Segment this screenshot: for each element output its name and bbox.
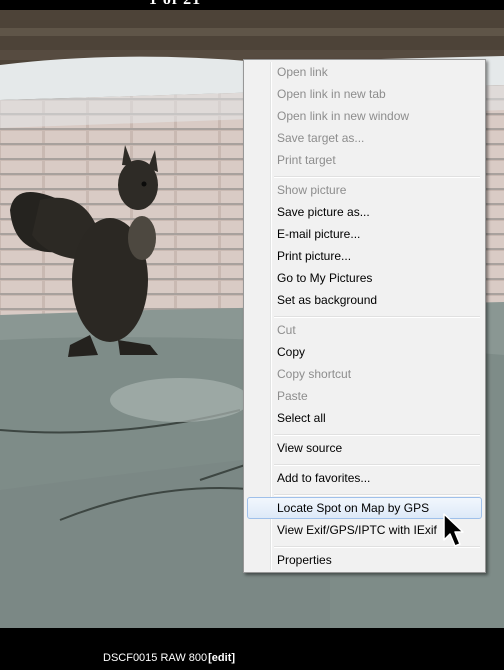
menu-separator xyxy=(274,316,480,318)
menu-item-open-link-new-window[interactable]: Open link in new window xyxy=(247,105,482,127)
caption-edit-link[interactable]: [edit] xyxy=(208,652,235,664)
menu-separator xyxy=(274,494,480,496)
caption-filename: DSCF0015 RAW 800 xyxy=(103,652,208,664)
context-menu: Open link Open link in new tab Open link… xyxy=(243,59,486,573)
mouse-pointer-arrow-icon xyxy=(443,513,464,547)
menu-item-set-as-background[interactable]: Set as background xyxy=(247,289,482,311)
menu-separator xyxy=(274,464,480,466)
menu-item-cut[interactable]: Cut xyxy=(247,319,482,341)
image-caption: DSCF0015 RAW 800[edit] xyxy=(103,652,235,664)
menu-item-save-picture-as[interactable]: Save picture as... xyxy=(247,201,482,223)
menu-item-go-to-my-pictures[interactable]: Go to My Pictures xyxy=(247,267,482,289)
menu-item-add-to-favorites[interactable]: Add to favorites... xyxy=(247,467,482,489)
menu-item-view-source[interactable]: View source xyxy=(247,437,482,459)
menu-item-save-target-as[interactable]: Save target as... xyxy=(247,127,482,149)
menu-item-show-picture[interactable]: Show picture xyxy=(247,179,482,201)
menu-item-email-picture[interactable]: E-mail picture... xyxy=(247,223,482,245)
menu-item-open-link[interactable]: Open link xyxy=(247,61,482,83)
menu-item-print-target[interactable]: Print target xyxy=(247,149,482,171)
image-counter: 1 of 21 xyxy=(0,0,350,9)
menu-separator xyxy=(274,434,480,436)
menu-item-copy-shortcut[interactable]: Copy shortcut xyxy=(247,363,482,385)
menu-item-paste[interactable]: Paste xyxy=(247,385,482,407)
viewer-bottom-bar: DSCF0015 RAW 800[edit] xyxy=(0,628,504,670)
menu-item-properties[interactable]: Properties xyxy=(247,549,482,571)
menu-item-copy[interactable]: Copy xyxy=(247,341,482,363)
menu-item-open-link-new-tab[interactable]: Open link in new tab xyxy=(247,83,482,105)
menu-item-select-all[interactable]: Select all xyxy=(247,407,482,429)
menu-separator xyxy=(274,176,480,178)
viewer-top-bar: 1 of 21 xyxy=(0,0,504,10)
menu-item-print-picture[interactable]: Print picture... xyxy=(247,245,482,267)
